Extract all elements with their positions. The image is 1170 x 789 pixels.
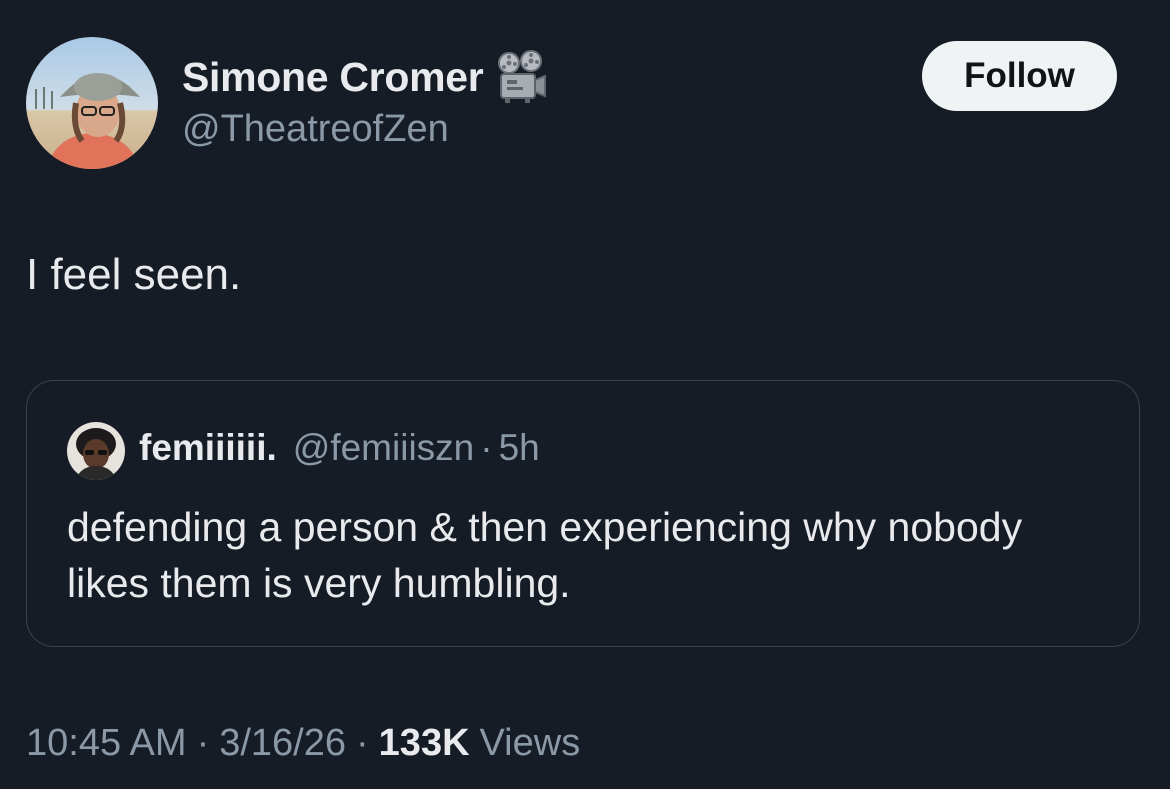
quoted-author-handle[interactable]: @femiiiszn: [293, 427, 474, 469]
meta-separator: ·: [196, 722, 210, 764]
author-handle[interactable]: @TheatreofZen: [182, 108, 449, 151]
quoted-author-name[interactable]: femiiiiii.: [139, 427, 277, 469]
quoted-tweet[interactable]: femiiiiii. @femiiiszn · 5h defending a p…: [26, 380, 1140, 647]
views-count: 133K: [378, 722, 470, 764]
follow-button[interactable]: Follow: [922, 41, 1117, 111]
author-name-row: Simone Cromer: [182, 50, 549, 104]
quoted-author-avatar[interactable]: [67, 422, 125, 480]
tweet-text: I feel seen.: [26, 250, 242, 299]
quoted-tweet-text: defending a person & then experiencing w…: [67, 504, 1023, 606]
tweet-meta: 10:45 AM · 3/16/26 · 133K Views: [26, 722, 580, 765]
tweet-card: Simone Cromer @TheatreofZen Follow I fee…: [0, 0, 1170, 789]
meta-separator: ·: [356, 722, 369, 764]
tweet-time[interactable]: 10:45 AM: [26, 722, 187, 765]
film-projector-icon: [495, 50, 549, 104]
author-display-name[interactable]: Simone Cromer: [182, 54, 484, 101]
views-label: Views: [479, 722, 581, 764]
quoted-timestamp[interactable]: 5h: [499, 427, 540, 469]
quoted-separator: ·: [480, 427, 493, 468]
quoted-tweet-header: femiiiiii. @femiiiszn · 5h: [139, 427, 540, 469]
author-avatar[interactable]: [26, 37, 158, 169]
tweet-date[interactable]: 3/16/26: [219, 722, 346, 765]
